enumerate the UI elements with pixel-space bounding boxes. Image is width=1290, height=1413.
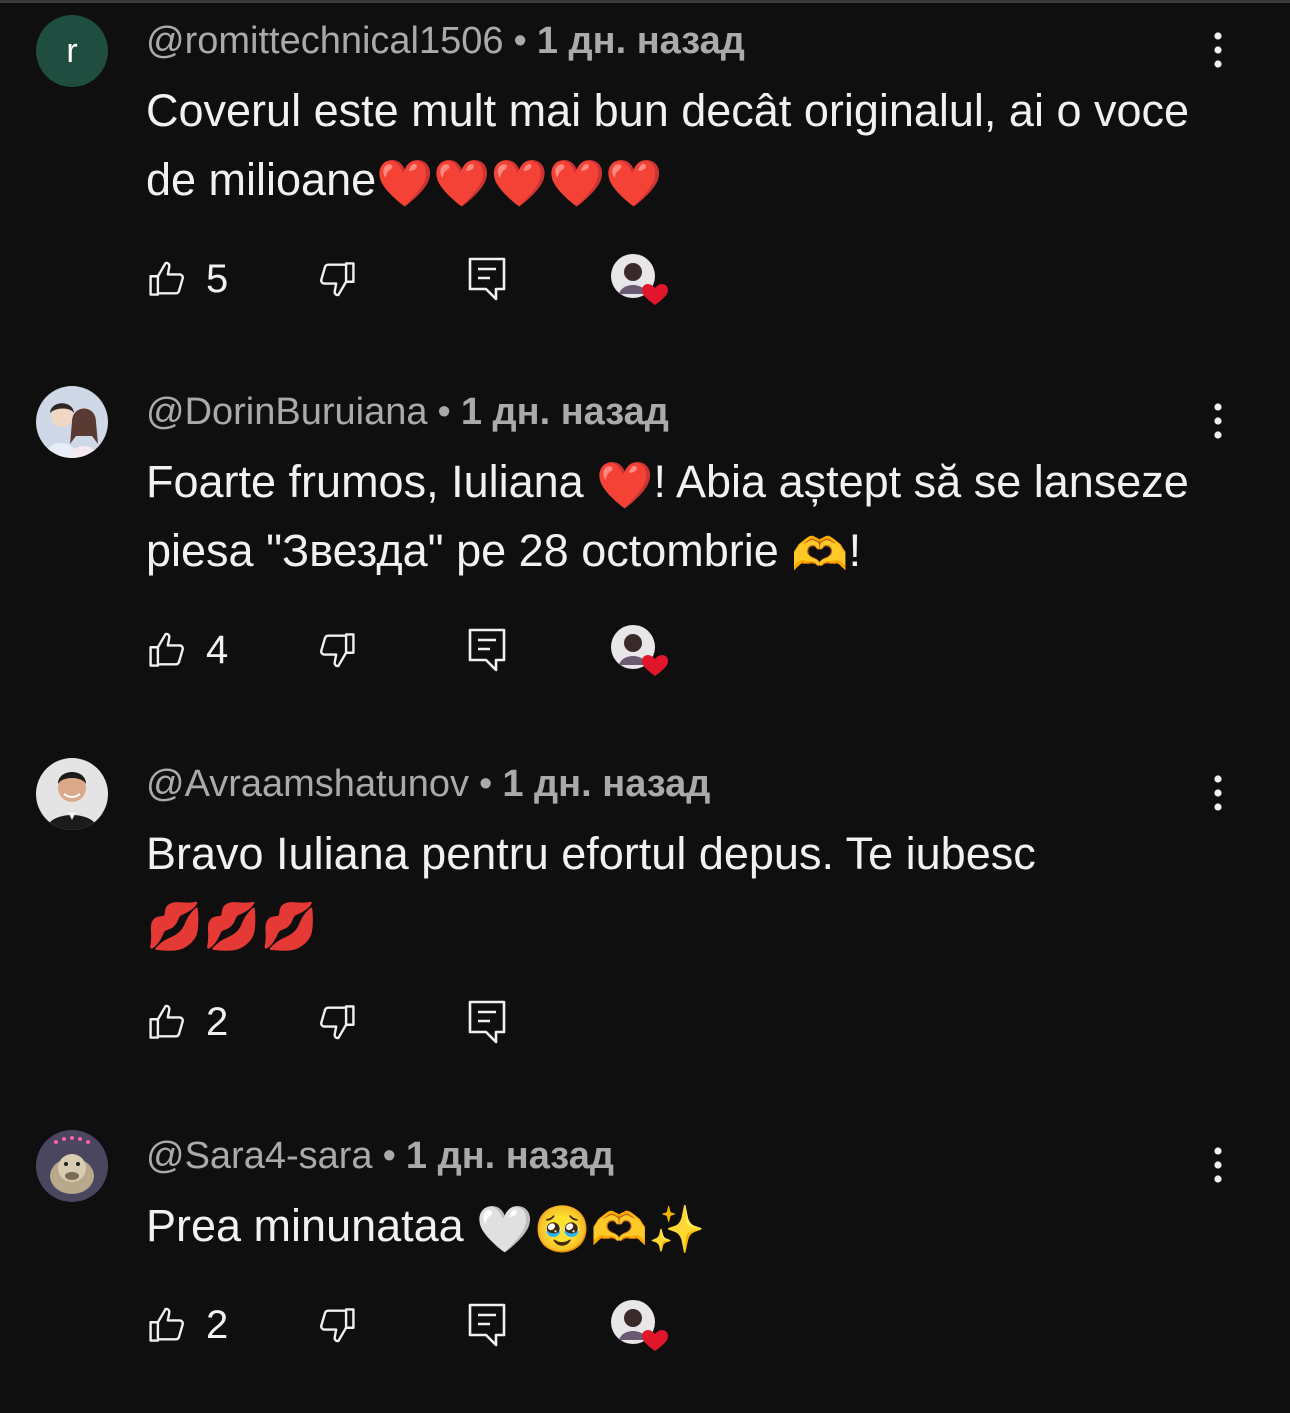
comment-text-part1: Foarte frumos, Iuliana [146,456,597,507]
avatar-letter: r [66,31,78,70]
comment-text-content: Prea minunataa [146,1200,477,1251]
comment-time[interactable]: 1 дн. назад [461,391,669,433]
comment-item: @Avraamshatunov • 1 дн. назад Bravo Iulian… [0,743,1290,1115]
comment-author[interactable]: @romittechnical1506 [146,20,504,62]
comment-time[interactable]: 1 дн. назад [537,20,745,62]
reply-icon [468,1303,506,1347]
creator-heart-badge [608,1296,672,1356]
comment-time[interactable]: 1 дн. назад [406,1135,614,1177]
comment-text: Bravo Iuliana pentru efortul depus. Te i… [146,819,1226,957]
avatar-photo [36,1130,108,1202]
creator-heart-icon [611,625,668,676]
comment-header: @Sara4-sara • 1 дн. назад [146,1131,614,1181]
separator-dot: • [382,1135,396,1177]
comment-author[interactable]: @Avraamshatunov [146,763,469,805]
like-button[interactable]: 2 [146,1300,228,1350]
thumbs-down-icon [320,1308,355,1343]
dislike-button[interactable] [314,625,358,675]
comment-text: Foarte frumos, Iuliana ❤️! Abia aștept s… [146,447,1226,585]
creator-heart-badge [608,250,672,310]
comment-text-part3: ! [848,525,862,576]
like-button[interactable]: 4 [146,625,228,675]
creator-heart-icon [611,254,668,305]
comment-item: r @romittechnical1506 • 1 дн. назад Coveru… [0,0,1290,370]
comment-item: @Sara4-sara • 1 дн. назад Prea minunataa 🤍… [0,1115,1290,1413]
reply-button[interactable] [466,254,508,304]
separator-dot: • [479,763,493,805]
dislike-button[interactable] [314,254,358,304]
more-vertical-icon [1214,32,1222,68]
like-count: 5 [206,256,229,301]
thumbs-down-icon [320,633,355,668]
thumbs-up-icon [149,1307,184,1342]
comment-emojis: 🤍🥹🫶✨ [476,1202,706,1256]
thumbs-down-icon [320,262,355,297]
dislike-button[interactable] [314,1300,358,1350]
comment-emojis: 💋💋💋 [146,899,318,953]
avatar[interactable] [36,758,108,830]
thumbs-up-icon [149,261,184,296]
thumbs-up-icon [149,1004,184,1039]
creator-heart-badge [608,621,672,681]
comment-emojis: ❤️❤️❤️❤️❤️ [376,156,663,210]
more-vertical-icon [1214,775,1222,811]
reply-icon [468,628,506,672]
like-button[interactable]: 5 [146,254,228,304]
more-vertical-icon [1214,403,1222,439]
comment-header: @romittechnical1506 • 1 дн. назад [146,16,745,66]
like-button[interactable]: 2 [146,997,228,1047]
separator-dot: • [513,20,527,62]
comment-emoji-heart-hands: 🫶 [791,527,849,581]
like-count: 2 [206,999,229,1044]
comment-text: Prea minunataa 🤍🥹🫶✨ [146,1191,1226,1260]
comment-actions: 4 [146,625,746,676]
comment-text-content: Coverul este mult mai bun decât original… [146,85,1190,205]
comment-time[interactable]: 1 дн. назад [502,763,710,805]
reply-button[interactable] [466,1300,508,1350]
comment-actions: 2 [146,1300,746,1351]
avatar-photo [36,758,108,830]
comment-author[interactable]: @DorinBuruiana [146,391,428,433]
avatar[interactable]: r [36,15,108,87]
reply-button[interactable] [466,625,508,675]
comment-emoji-heart: ❤️ [596,458,654,512]
more-vertical-icon [1214,1147,1222,1183]
comment-author[interactable]: @Sara4-sara [146,1135,373,1177]
comment-text: Coverul este mult mai bun decât original… [146,76,1226,214]
avatar[interactable] [36,386,108,458]
reply-icon [468,1000,506,1044]
comment-text-content: Bravo Iuliana pentru efortul depus. Te i… [146,828,1036,879]
dislike-button[interactable] [314,997,358,1047]
comment-header: @DorinBuruiana • 1 дн. назад [146,387,669,437]
avatar[interactable] [36,1130,108,1202]
creator-heart-icon [611,1300,668,1351]
separator-dot: • [437,391,451,433]
more-options-button[interactable] [1200,773,1236,813]
like-count: 2 [206,1302,229,1347]
like-count: 4 [206,627,229,672]
comment-header: @Avraamshatunov • 1 дн. назад [146,759,710,809]
thumbs-down-icon [320,1005,355,1040]
more-options-button[interactable] [1200,30,1236,70]
more-options-button[interactable] [1200,401,1236,441]
thumbs-up-icon [149,632,184,667]
comment-actions: 5 [146,254,746,305]
comment-actions: 2 [146,997,746,1047]
avatar-photo [36,386,108,458]
reply-button[interactable] [466,997,508,1047]
comment-item: @DorinBuruiana • 1 дн. назад Foarte frumos… [0,371,1290,743]
reply-icon [468,257,506,301]
more-options-button[interactable] [1200,1145,1236,1185]
